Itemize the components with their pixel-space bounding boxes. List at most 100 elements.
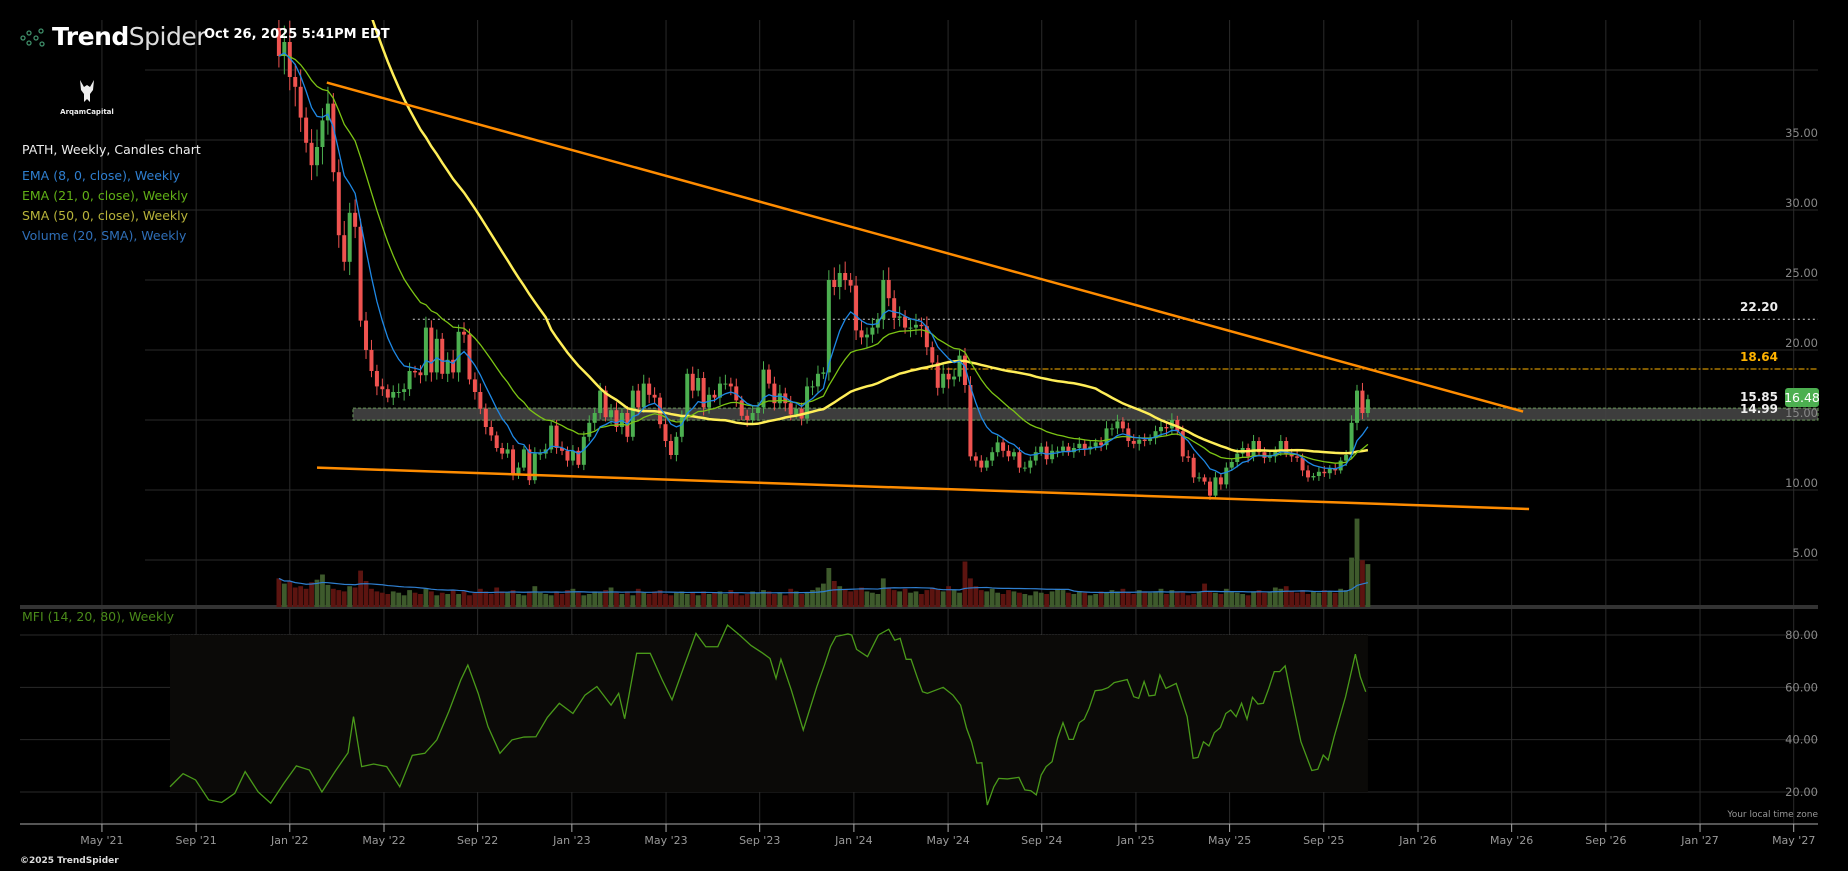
legend-ema8[interactable]: EMA (8, 0, close), Weekly bbox=[22, 166, 201, 186]
volume-bar bbox=[1093, 594, 1099, 607]
candle-down bbox=[745, 415, 750, 420]
legend-ema21[interactable]: EMA (21, 0, close), Weekly bbox=[22, 186, 201, 206]
volume-bar bbox=[347, 586, 353, 607]
volume-bar bbox=[407, 590, 412, 607]
volume-bar bbox=[428, 591, 434, 607]
volume-bar bbox=[924, 590, 930, 607]
volume-bar bbox=[369, 588, 374, 607]
volume-bar bbox=[957, 592, 962, 607]
volume-bar bbox=[1055, 588, 1060, 607]
price-tick-label: 5.00 bbox=[1792, 546, 1818, 560]
volume-bar bbox=[1174, 591, 1180, 607]
support-zone[interactable] bbox=[352, 407, 1819, 421]
legend-volume[interactable]: Volume (20, SMA), Weekly bbox=[22, 226, 201, 246]
candle-up bbox=[723, 383, 728, 385]
volume-bar bbox=[657, 590, 663, 607]
candle-down bbox=[309, 142, 314, 166]
volume-bar bbox=[951, 590, 957, 607]
volume-bar bbox=[320, 574, 325, 607]
candle-down bbox=[429, 327, 434, 373]
volume-bar bbox=[701, 591, 707, 607]
volume-bar bbox=[1060, 590, 1066, 607]
mfi-legend[interactable]: MFI (14, 20, 80), Weekly bbox=[22, 609, 174, 624]
volume-bar bbox=[614, 592, 619, 607]
candle-down bbox=[652, 394, 657, 398]
candles bbox=[276, 20, 1370, 500]
candle-up bbox=[756, 407, 761, 413]
volume-bar bbox=[483, 591, 489, 607]
candle-down bbox=[353, 212, 358, 227]
volume-bar bbox=[1185, 595, 1191, 607]
volume-bar bbox=[303, 588, 309, 607]
last-price-label: 16.48 bbox=[1784, 390, 1820, 405]
timezone-note[interactable]: Your local time zone bbox=[1727, 810, 1818, 820]
candle-up bbox=[952, 376, 957, 380]
volume-bar bbox=[663, 594, 668, 607]
volume-bar bbox=[385, 594, 391, 607]
candle-down bbox=[554, 425, 559, 448]
legend-sma50[interactable]: SMA (50, 0, close), Weekly bbox=[22, 206, 201, 226]
candle-up bbox=[837, 273, 842, 287]
volume-bar bbox=[989, 588, 995, 607]
volume-bar bbox=[978, 590, 984, 607]
candle-up bbox=[913, 324, 918, 328]
volume-bar bbox=[374, 591, 380, 607]
mfi-tick-label: 80.00 bbox=[1785, 628, 1818, 642]
volume-bar bbox=[592, 591, 598, 607]
volume-bar bbox=[1071, 594, 1077, 607]
candle-down bbox=[772, 383, 777, 404]
candle-down bbox=[892, 298, 897, 318]
candle-up bbox=[1229, 462, 1234, 468]
volume-bar bbox=[1240, 594, 1246, 607]
candle-down bbox=[636, 390, 641, 408]
volume-bar bbox=[1098, 591, 1104, 607]
candle-down bbox=[331, 103, 336, 173]
candle-down bbox=[930, 347, 935, 363]
price-chart[interactable]: May '21 Sep '21 Jan '22 May '22 Sep '22 Jan '… bbox=[0, 0, 1848, 871]
volume-bar bbox=[287, 581, 293, 607]
volume-bar bbox=[309, 582, 314, 607]
wolf-icon bbox=[80, 80, 94, 102]
candle-up bbox=[521, 449, 526, 468]
volume-bar bbox=[859, 587, 864, 607]
time-tick-label: Jan '27 bbox=[1680, 834, 1718, 847]
candle-up bbox=[984, 460, 989, 468]
candle-down bbox=[364, 320, 369, 350]
candle-down bbox=[1099, 442, 1104, 446]
volume-bar bbox=[418, 594, 423, 607]
volume-bar bbox=[1180, 592, 1186, 607]
candle-down bbox=[483, 408, 488, 427]
candle-up bbox=[1344, 455, 1349, 461]
volume-bar bbox=[788, 588, 794, 607]
watermark-logo: ArqamCapital bbox=[52, 80, 122, 116]
volume-bar bbox=[467, 595, 472, 607]
time-tick-label: May '25 bbox=[1208, 834, 1251, 847]
candle-up bbox=[1011, 452, 1016, 457]
mfi-tick-label: 60.00 bbox=[1785, 680, 1818, 694]
level-label-22-20: 22.20 bbox=[1740, 300, 1778, 314]
price-tick-label: 15.00 bbox=[1785, 406, 1818, 420]
candle-up bbox=[396, 392, 401, 393]
candle-down bbox=[1044, 446, 1049, 460]
volume-bar bbox=[1044, 594, 1050, 607]
volume-bar bbox=[679, 591, 685, 607]
volume-bar bbox=[559, 594, 565, 607]
volume-bar bbox=[1011, 591, 1017, 607]
trendspider-logo: TrendSpider bbox=[20, 22, 207, 51]
candle-up bbox=[1311, 476, 1316, 478]
volume-bar bbox=[891, 590, 897, 607]
price-levels[interactable] bbox=[412, 318, 1818, 370]
chart-title[interactable]: PATH, Weekly, Candles chart bbox=[22, 140, 201, 160]
volume-bar bbox=[537, 592, 543, 607]
candle-down bbox=[1006, 450, 1011, 457]
volume-bar bbox=[363, 581, 369, 607]
candle-down bbox=[413, 371, 418, 373]
volume-bar bbox=[352, 587, 358, 607]
trendlines[interactable] bbox=[316, 81, 1530, 511]
volume-bar bbox=[336, 590, 342, 607]
volume-bar bbox=[1262, 592, 1267, 607]
price-tick-label: 10.00 bbox=[1785, 476, 1818, 490]
volume-bar bbox=[646, 594, 652, 607]
volume-bar bbox=[461, 591, 467, 607]
volume-bar bbox=[1202, 583, 1207, 607]
